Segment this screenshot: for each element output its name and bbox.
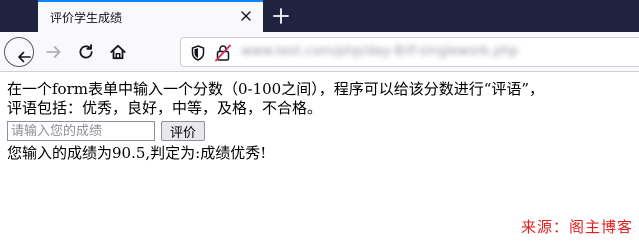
nav-bar: www.test.com/php/day-8/if-singlework.php <box>0 32 639 72</box>
score-input[interactable] <box>7 121 155 141</box>
url-bar[interactable]: www.test.com/php/day-8/if-singlework.php <box>180 37 639 67</box>
score-form: 评价 <box>7 120 637 142</box>
intro-line-1: 在一个form表单中输入一个分数（0-100之间），程序可以给该分数进行“评语”… <box>7 80 545 98</box>
url-text[interactable]: www.test.com/php/day-8/if-singlework.php <box>241 44 518 59</box>
back-button[interactable] <box>4 37 34 67</box>
watermark: 来源：阁主博客 <box>520 218 633 236</box>
forward-arrow-icon <box>46 46 61 58</box>
new-tab-icon[interactable] <box>272 7 290 25</box>
tab-title: 评价学生成绩 <box>50 11 123 25</box>
home-icon <box>110 44 126 60</box>
tab-active[interactable]: 评价学生成绩 <box>38 0 263 32</box>
page-content: 在一个form表单中输入一个分数（0-100之间），程序可以给该分数进行“评语”… <box>7 80 637 163</box>
shield-icon[interactable] <box>191 45 205 61</box>
close-icon[interactable] <box>239 9 253 23</box>
back-arrow-icon <box>18 51 31 63</box>
intro-line-2: 评语包括：优秀，良好，中等，及格，不合格。 <box>7 99 323 117</box>
evaluate-button[interactable]: 评价 <box>161 121 206 141</box>
tab-strip: 评价学生成绩 <box>0 0 639 32</box>
reload-button[interactable] <box>72 38 100 66</box>
insecure-lock-icon[interactable] <box>215 44 231 62</box>
forward-button[interactable] <box>40 38 68 66</box>
reload-icon <box>79 44 93 59</box>
home-button[interactable] <box>104 38 132 66</box>
result-text: 您输入的成绩为90.5,判定为:成绩优秀! <box>7 144 267 162</box>
